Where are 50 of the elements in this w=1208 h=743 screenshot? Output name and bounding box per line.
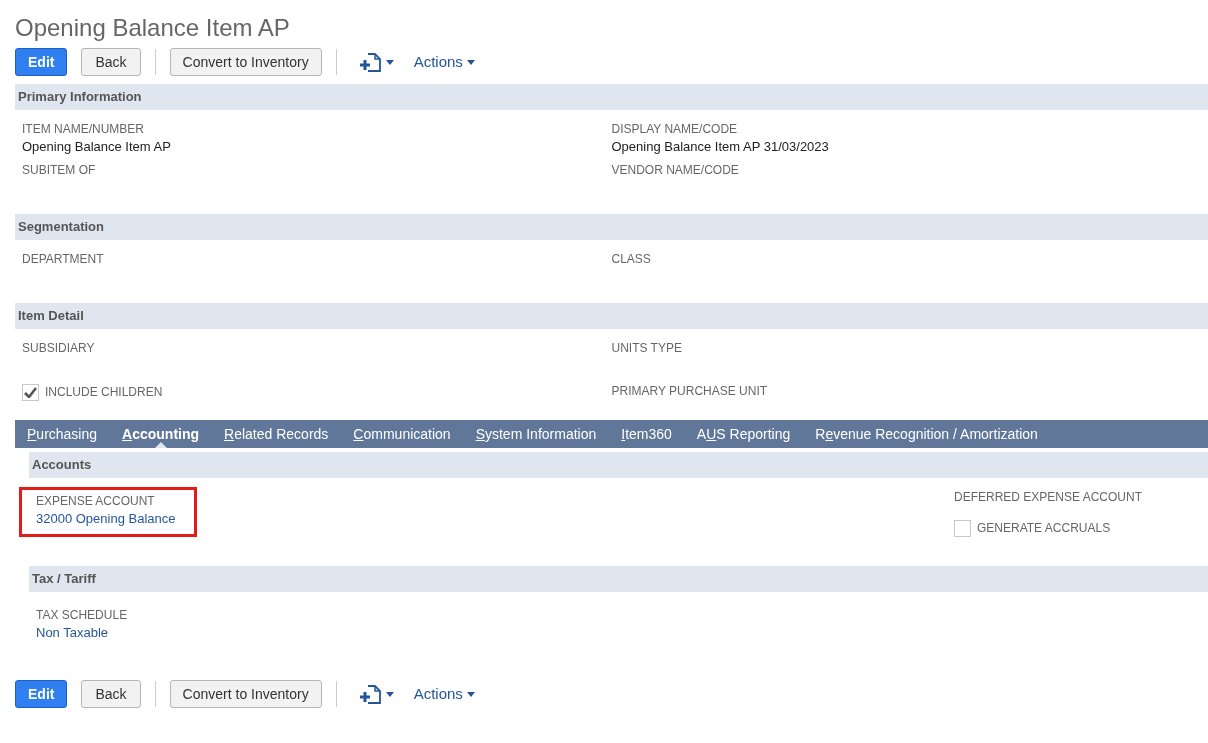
- checkbox[interactable]: [954, 519, 971, 537]
- field-label: PRIMARY PURCHASE UNIT: [611, 383, 769, 400]
- section-header: Accounts: [29, 452, 1208, 478]
- page-title: Opening Balance Item AP: [15, 14, 291, 42]
- caret-icon: [385, 59, 394, 65]
- section-header: Primary Information: [15, 84, 1208, 110]
- edit-button[interactable]: Edit: [15, 680, 68, 708]
- caret-icon: [466, 691, 475, 697]
- field-link[interactable]: 32000 Opening Balance: [36, 510, 176, 528]
- field-label: CLASS: [611, 251, 652, 268]
- field-label: TAX SCHEDULE: [36, 607, 128, 624]
- tab[interactable]: Communication: [353, 420, 451, 448]
- actions-menu[interactable]: Actions: [413, 682, 475, 706]
- back-button[interactable]: Back: [81, 48, 141, 76]
- checkbox-label: GENERATE ACCRUALS: [977, 520, 1111, 537]
- field-value: Opening Balance Item AP 31/03/2023: [611, 138, 830, 156]
- field-label: DEFERRED EXPENSE ACCOUNT: [954, 489, 1144, 506]
- section-header: Tax / Tariff: [29, 566, 1208, 592]
- field-label: EXPENSE ACCOUNT: [36, 493, 156, 510]
- checkbox[interactable]: [22, 383, 39, 401]
- tab[interactable]: AUS Reporting: [696, 420, 791, 448]
- tab[interactable]: Item360: [621, 420, 672, 448]
- field-label: SUBSIDIARY: [22, 340, 96, 357]
- tab[interactable]: Revenue Recognition / Amortization: [815, 420, 1038, 448]
- new-document-menu[interactable]: [358, 51, 394, 73]
- actions-menu[interactable]: Actions: [413, 50, 475, 74]
- tab[interactable]: Purchasing: [27, 420, 98, 448]
- new-document-menu[interactable]: [358, 683, 394, 705]
- convert-button[interactable]: Convert to Inventory: [169, 48, 322, 76]
- section-header: Item Detail: [15, 303, 1208, 329]
- add-document-icon: [358, 683, 383, 705]
- section-header: Segmentation: [15, 214, 1208, 240]
- checkbox-label: INCLUDE CHILDREN: [45, 384, 163, 401]
- add-document-icon: [358, 51, 383, 73]
- field-value: Opening Balance Item AP: [22, 138, 172, 156]
- edit-button[interactable]: Edit: [15, 48, 68, 76]
- field-label: DISPLAY NAME/CODE: [611, 121, 739, 138]
- checkmark-icon: [24, 386, 37, 398]
- caret-icon: [385, 691, 394, 697]
- caret-icon: [466, 59, 475, 65]
- field-label: DEPARTMENT: [22, 251, 105, 268]
- field-label: SUBITEM OF: [22, 162, 97, 179]
- field-label: ITEM NAME/NUMBER: [22, 121, 145, 138]
- tab[interactable]: System Information: [475, 420, 597, 448]
- field-label: VENDOR NAME/CODE: [611, 162, 740, 179]
- convert-button[interactable]: Convert to Inventory: [169, 680, 322, 708]
- field-label: UNITS TYPE: [611, 340, 683, 357]
- field-link[interactable]: Non Taxable: [36, 624, 128, 642]
- tab[interactable]: Related Records: [224, 420, 329, 448]
- back-button[interactable]: Back: [81, 680, 141, 708]
